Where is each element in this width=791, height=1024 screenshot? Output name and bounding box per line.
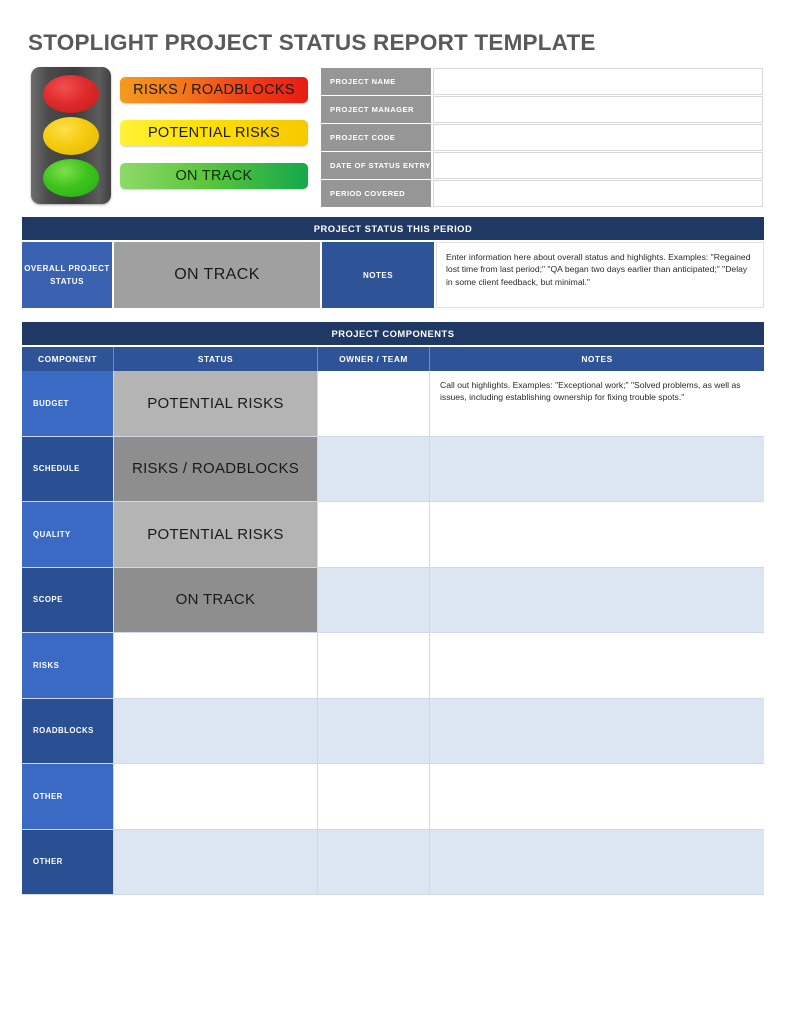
overall-notes-label: NOTES: [322, 242, 434, 308]
info-label-period-covered: PERIOD COVERED: [321, 180, 431, 207]
row-notes-quality[interactable]: [430, 502, 764, 568]
project-info-table: PROJECT NAME PROJECT MANAGER PROJECT COD…: [321, 68, 763, 208]
info-field-date-of-status-entry[interactable]: [433, 152, 763, 179]
report-page: STOPLIGHT PROJECT STATUS REPORT TEMPLATE…: [0, 0, 791, 1024]
row-owner-budget[interactable]: [318, 371, 430, 437]
table-row: QUALITY POTENTIAL RISKS: [22, 502, 764, 568]
row-status-other-1[interactable]: [114, 764, 318, 830]
table-row: OTHER: [22, 764, 764, 830]
row-status-other-2[interactable]: [114, 829, 318, 895]
row-owner-quality[interactable]: [318, 502, 430, 568]
project-status-banner: PROJECT STATUS THIS PERIOD: [22, 217, 764, 240]
row-label-roadblocks: ROADBLOCKS: [22, 698, 114, 764]
project-status-body: OVERALL PROJECT STATUS ON TRACK NOTES En…: [22, 242, 764, 308]
legend-item-on-track: ON TRACK: [120, 163, 308, 189]
info-row-project-name: PROJECT NAME: [321, 68, 763, 95]
row-status-risks[interactable]: [114, 633, 318, 699]
row-status-roadblocks[interactable]: [114, 698, 318, 764]
row-status-scope[interactable]: ON TRACK: [114, 567, 318, 633]
column-header-notes: NOTES: [581, 354, 613, 364]
row-label-quality: QUALITY: [22, 502, 114, 568]
row-label-budget: BUDGET: [22, 371, 114, 437]
info-label-project-code: PROJECT CODE: [321, 124, 431, 151]
overall-notes-field[interactable]: Enter information here about overall sta…: [436, 242, 764, 308]
info-field-project-code[interactable]: [433, 124, 763, 151]
row-label-other-2: OTHER: [22, 829, 114, 895]
row-notes-other-1[interactable]: [430, 764, 764, 830]
project-components-banner: PROJECT COMPONENTS: [22, 322, 764, 345]
legend-item-potential-risks: POTENTIAL RISKS: [120, 120, 308, 146]
stoplight-yellow-lamp-icon: [43, 117, 99, 155]
row-label-schedule: SCHEDULE: [22, 436, 114, 502]
legend-label-risks-roadblocks: RISKS / ROADBLOCKS: [133, 82, 295, 98]
legend-label-on-track: ON TRACK: [175, 168, 253, 184]
stoplight-graphic: [31, 67, 111, 204]
row-owner-scope[interactable]: [318, 567, 430, 633]
column-header-status: STATUS: [114, 347, 318, 371]
row-label-risks: RISKS: [22, 633, 114, 699]
row-notes-schedule[interactable]: [430, 436, 764, 502]
table-row: SCOPE ON TRACK: [22, 567, 764, 633]
row-notes-scope[interactable]: [430, 567, 764, 633]
info-row-project-manager: PROJECT MANAGER: [321, 96, 763, 123]
info-label-date-of-status-entry: DATE OF STATUS ENTRY: [321, 152, 431, 179]
overall-project-status-label: OVERALL PROJECT STATUS: [22, 242, 112, 308]
row-label-other-1: OTHER: [22, 764, 114, 830]
status-legend: RISKS / ROADBLOCKS POTENTIAL RISKS ON TR…: [120, 77, 308, 189]
info-row-period-covered: PERIOD COVERED: [321, 180, 763, 207]
info-row-date-of-status-entry: DATE OF STATUS ENTRY: [321, 152, 763, 179]
table-row: OTHER: [22, 829, 764, 895]
page-title: STOPLIGHT PROJECT STATUS REPORT TEMPLATE: [28, 30, 596, 55]
row-label-scope: SCOPE: [22, 567, 114, 633]
info-row-project-code: PROJECT CODE: [321, 124, 763, 151]
row-notes-risks[interactable]: [430, 633, 764, 699]
table-row: SCHEDULE RISKS / ROADBLOCKS: [22, 436, 764, 502]
row-status-budget[interactable]: POTENTIAL RISKS: [114, 371, 318, 437]
table-row: BUDGET POTENTIAL RISKS Call out highligh…: [22, 371, 764, 437]
stoplight-red-lamp-icon: [43, 75, 99, 113]
table-row: RISKS: [22, 633, 764, 699]
row-notes-budget[interactable]: Call out highlights. Examples: "Exceptio…: [430, 371, 764, 437]
row-owner-schedule[interactable]: [318, 436, 430, 502]
row-owner-other-2[interactable]: [318, 829, 430, 895]
row-owner-roadblocks[interactable]: [318, 698, 430, 764]
row-notes-other-2[interactable]: [430, 829, 764, 895]
info-field-project-manager[interactable]: [433, 96, 763, 123]
legend-item-risks-roadblocks: RISKS / ROADBLOCKS: [120, 77, 308, 103]
project-status-section: PROJECT STATUS THIS PERIOD OVERALL PROJE…: [22, 217, 764, 308]
row-status-schedule[interactable]: RISKS / ROADBLOCKS: [114, 436, 318, 502]
overall-project-status-value[interactable]: ON TRACK: [114, 242, 320, 308]
legend-label-potential-risks: POTENTIAL RISKS: [147, 125, 281, 141]
column-header-component: COMPONENT: [22, 347, 114, 371]
row-notes-roadblocks[interactable]: [430, 698, 764, 764]
row-owner-risks[interactable]: [318, 633, 430, 699]
table-row: ROADBLOCKS: [22, 698, 764, 764]
info-label-project-manager: PROJECT MANAGER: [321, 96, 431, 123]
components-table-header: COMPONENT STATUS OWNER / TEAM NOTES: [22, 347, 764, 371]
info-field-period-covered[interactable]: [433, 180, 763, 207]
column-header-owner: OWNER / TEAM: [318, 347, 430, 371]
info-label-project-name: PROJECT NAME: [321, 68, 431, 95]
row-status-quality[interactable]: POTENTIAL RISKS: [114, 502, 318, 568]
project-components-section: PROJECT COMPONENTS COMPONENT STATUS OWNE…: [22, 322, 764, 895]
row-owner-other-1[interactable]: [318, 764, 430, 830]
stoplight-green-lamp-icon: [43, 159, 99, 197]
info-field-project-name[interactable]: [433, 68, 763, 95]
